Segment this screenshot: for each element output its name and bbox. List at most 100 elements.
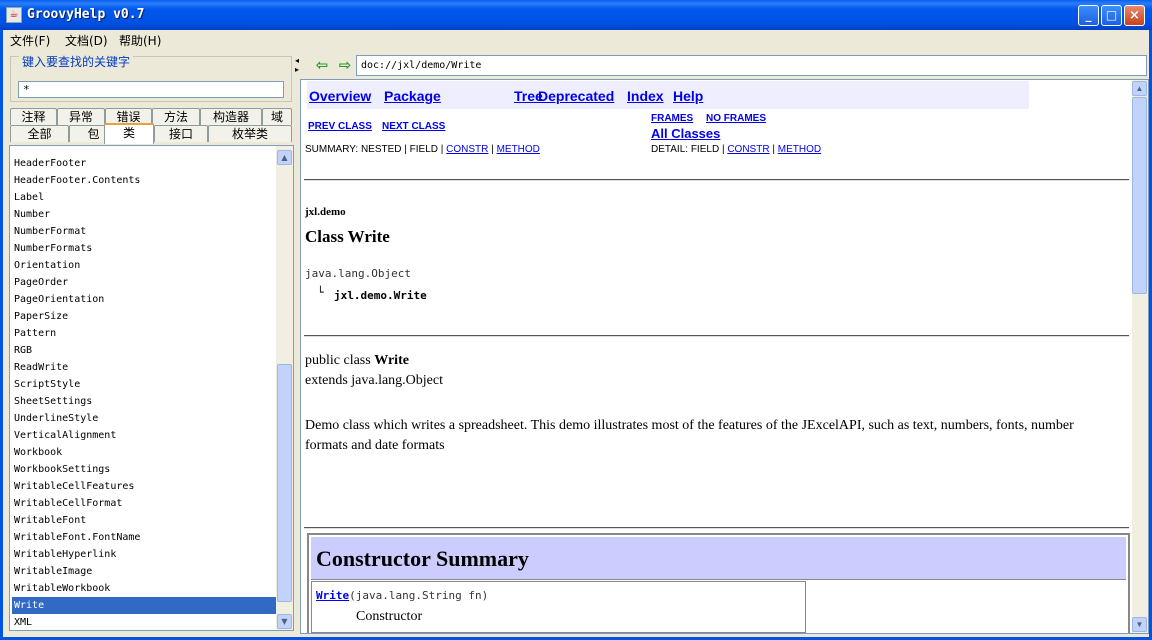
divider bbox=[304, 527, 1129, 529]
scroll-up-icon[interactable]: ▲ bbox=[277, 150, 292, 165]
close-button[interactable]: × bbox=[1124, 5, 1145, 26]
app-window: ☕ GroovyHelp v0.7 _ □ × 文件(F) 文档(D) 帮助(H… bbox=[0, 0, 1152, 640]
divider bbox=[304, 179, 1129, 181]
class-list-item[interactable]: Pattern bbox=[12, 325, 278, 342]
class-list-item[interactable]: XML bbox=[12, 614, 278, 630]
hierarchy-branch-icon: └ bbox=[317, 286, 324, 299]
constructor-link[interactable]: Write bbox=[316, 589, 349, 602]
class-list-item[interactable]: PaperSize bbox=[12, 308, 278, 325]
class-list-item[interactable]: Number bbox=[12, 206, 278, 223]
class-list-item[interactable]: Label bbox=[12, 189, 278, 206]
declaration-prefix: public class bbox=[305, 353, 371, 368]
class-list-item[interactable]: WorkbookSettings bbox=[12, 461, 278, 478]
tab-constructors[interactable]: 构造器 bbox=[200, 108, 262, 125]
link-package[interactable]: Package bbox=[384, 88, 441, 104]
class-list-item[interactable]: SheetSettings bbox=[12, 393, 278, 410]
detail-method-link[interactable]: METHOD bbox=[778, 144, 821, 155]
tab-all[interactable]: 全部 bbox=[10, 125, 69, 142]
hierarchy-parent: java.lang.Object bbox=[305, 267, 411, 280]
declaration-name: Write bbox=[374, 353, 409, 368]
class-list-item[interactable]: WritableImage bbox=[12, 563, 278, 580]
class-list-item[interactable]: WritableHyperlink bbox=[12, 546, 278, 563]
menu-document[interactable]: 文档(D) bbox=[65, 32, 108, 49]
link-all-classes[interactable]: All Classes bbox=[651, 126, 720, 141]
class-description: Demo class which writes a spreadsheet. T… bbox=[305, 418, 1074, 453]
hierarchy-child: jxl.demo.Write bbox=[334, 289, 427, 302]
menu-help[interactable]: 帮助(H) bbox=[119, 32, 161, 49]
class-list-item[interactable]: VerticalAlignment bbox=[12, 427, 278, 444]
link-overview[interactable]: Overview bbox=[309, 88, 371, 104]
tab-fields[interactable]: 域 bbox=[262, 108, 292, 125]
link-no-frames[interactable]: NO FRAMES bbox=[706, 113, 766, 124]
expand-right-icon[interactable]: ▸ bbox=[295, 65, 299, 74]
link-deprecated[interactable]: Deprecated bbox=[538, 88, 614, 104]
minimize-button[interactable]: _ bbox=[1078, 5, 1099, 26]
class-list-item[interactable]: WritableFont bbox=[12, 512, 278, 529]
constructor-summary-table: Constructor Summary Write(java.lang.Stri… bbox=[307, 533, 1130, 633]
address-input[interactable]: doc://jxl/demo/Write bbox=[356, 55, 1147, 76]
class-list[interactable]: HeaderFooter HeaderFooter.Contents Label Nu… bbox=[9, 145, 294, 631]
detail-line: DETAIL: FIELD | CONSTR | METHOD bbox=[651, 144, 821, 155]
class-list-item[interactable]: WritableFont.FontName bbox=[12, 529, 278, 546]
doc-scrollbar[interactable]: ▲ ▼ bbox=[1132, 80, 1148, 633]
class-list-item[interactable]: NumberFormat bbox=[12, 223, 278, 240]
link-help[interactable]: Help bbox=[673, 88, 703, 104]
forward-arrow-icon[interactable]: ⇨ bbox=[336, 57, 354, 73]
scroll-down-icon[interactable]: ▼ bbox=[277, 614, 292, 629]
address-bar: ⇦ ⇨ doc://jxl/demo/Write bbox=[300, 53, 1149, 77]
summary-constr-link[interactable]: CONSTR bbox=[446, 144, 488, 155]
class-list-item[interactable]: WritableCellFeatures bbox=[12, 478, 278, 495]
class-list-item[interactable]: Workbook bbox=[12, 444, 278, 461]
left-panel: 键入要查找的关键字 * 注释 异常 错误 方法 构造器 域 全部 包 类 接口 … bbox=[5, 51, 295, 634]
search-group: 键入要查找的关键字 * bbox=[10, 56, 292, 102]
tab-annotations[interactable]: 注释 bbox=[10, 108, 57, 125]
class-list-item[interactable]: WritableWorkbook bbox=[12, 580, 278, 597]
class-list-item[interactable]: UnderlineStyle bbox=[12, 410, 278, 427]
search-input[interactable]: * bbox=[18, 81, 284, 98]
divider bbox=[304, 335, 1129, 337]
collapse-left-icon[interactable]: ◂ bbox=[295, 56, 299, 65]
class-list-item[interactable]: Orientation bbox=[12, 257, 278, 274]
class-list-item[interactable]: RGB bbox=[12, 342, 278, 359]
tab-enums[interactable]: 枚举类 bbox=[208, 125, 292, 142]
constructor-row: Write(java.lang.String fn) Constructor bbox=[311, 581, 806, 633]
scroll-up-icon[interactable]: ▲ bbox=[1132, 81, 1147, 96]
class-list-item[interactable]: HeaderFooter bbox=[12, 155, 278, 172]
detail-constr-link[interactable]: CONSTR bbox=[727, 144, 769, 155]
class-list-item[interactable]: PageOrientation bbox=[12, 291, 278, 308]
class-title: Class Write bbox=[305, 227, 390, 246]
constructor-desc: Constructor bbox=[356, 609, 423, 624]
link-index[interactable]: Index bbox=[627, 88, 664, 104]
scroll-thumb[interactable] bbox=[1132, 97, 1147, 294]
summary-method-link[interactable]: METHOD bbox=[497, 144, 540, 155]
class-declaration: public class Write bbox=[305, 353, 409, 369]
class-list-item[interactable]: PageOrder bbox=[12, 274, 278, 291]
tab-classes[interactable]: 类 bbox=[104, 123, 154, 144]
summary-prefix: SUMMARY: NESTED | FIELD | bbox=[305, 144, 444, 155]
title-bar[interactable]: ☕ GroovyHelp v0.7 _ □ × bbox=[0, 0, 1152, 30]
maximize-button[interactable]: □ bbox=[1101, 5, 1122, 26]
scroll-thumb[interactable] bbox=[277, 364, 292, 602]
class-list-item[interactable]: Write bbox=[12, 597, 278, 614]
class-list-item[interactable]: NumberFormats bbox=[12, 240, 278, 257]
scroll-down-icon[interactable]: ▼ bbox=[1132, 617, 1147, 632]
constructor-summary-header: Constructor Summary bbox=[311, 537, 1126, 580]
class-list-item[interactable]: HeaderFooter.Contents bbox=[12, 172, 278, 189]
class-list-item[interactable]: WritableCellFormat bbox=[12, 495, 278, 512]
class-list-item[interactable]: ScriptStyle bbox=[12, 376, 278, 393]
constructor-summary-title: Constructor Summary bbox=[316, 546, 529, 571]
back-arrow-icon[interactable]: ⇦ bbox=[313, 57, 331, 73]
class-list-scrollbar[interactable]: ▲ ▼ bbox=[276, 146, 293, 630]
link-prev-class[interactable]: PREV CLASS bbox=[308, 121, 372, 132]
tab-methods[interactable]: 方法 bbox=[152, 108, 200, 125]
link-next-class[interactable]: NEXT CLASS bbox=[382, 121, 445, 132]
tab-exceptions[interactable]: 异常 bbox=[57, 108, 105, 125]
summary-sep: | bbox=[491, 144, 494, 155]
menu-bar: 文件(F) 文档(D) 帮助(H) bbox=[3, 30, 1149, 49]
link-frames[interactable]: FRAMES bbox=[651, 113, 693, 124]
java-app-icon: ☕ bbox=[6, 7, 22, 23]
class-list-item[interactable]: ReadWrite bbox=[12, 359, 278, 376]
tab-interfaces[interactable]: 接口 bbox=[154, 125, 208, 142]
detail-prefix: DETAIL: FIELD | bbox=[651, 144, 725, 155]
menu-file[interactable]: 文件(F) bbox=[10, 32, 50, 49]
